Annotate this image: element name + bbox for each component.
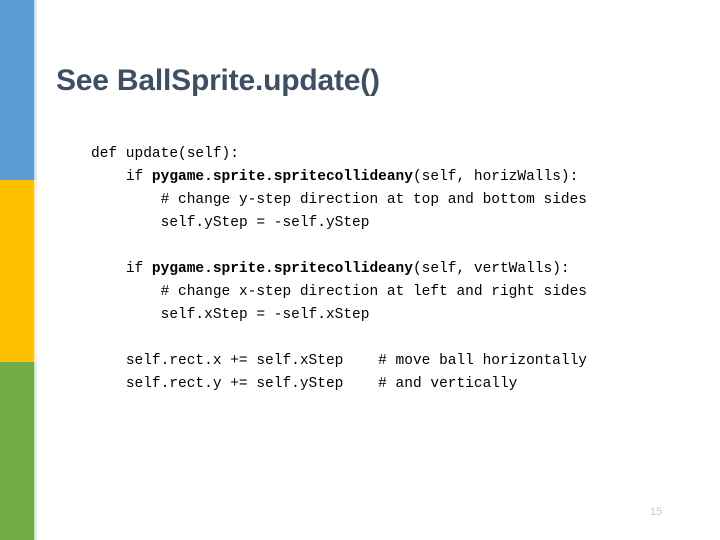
code-emphasis: pygame.sprite.spritecollideany [151,261,413,277]
code-line: self.xStep = -self.xStep [160,307,370,323]
code-line: # change x-step direction at left and ri… [160,284,587,300]
code-block: def update(self): if pygame.sprite.sprit… [91,143,691,396]
page-number: 15 [650,506,663,518]
rail-segment-blue [0,0,38,180]
code-line: if pygame.sprite.spritecollideany(self, … [125,169,579,185]
rail-segment-green [0,362,38,540]
rail-segment-yellow [0,180,38,362]
slide-title: See BallSprite.update() [56,64,380,97]
slide-canvas: See BallSprite.update() def update(self)… [0,0,720,540]
code-line: self.rect.y += self.yStep # and vertical… [125,376,518,392]
code-line: if pygame.sprite.spritecollideany(self, … [125,261,570,277]
code-emphasis: pygame.sprite.spritecollideany [151,169,413,185]
code-line: def update(self): [91,146,239,162]
left-color-rail [0,0,38,540]
code-line: # change y-step direction at top and bot… [160,192,587,208]
code-line: self.rect.x += self.xStep # move ball ho… [125,353,587,369]
code-line: self.yStep = -self.yStep [160,215,370,231]
